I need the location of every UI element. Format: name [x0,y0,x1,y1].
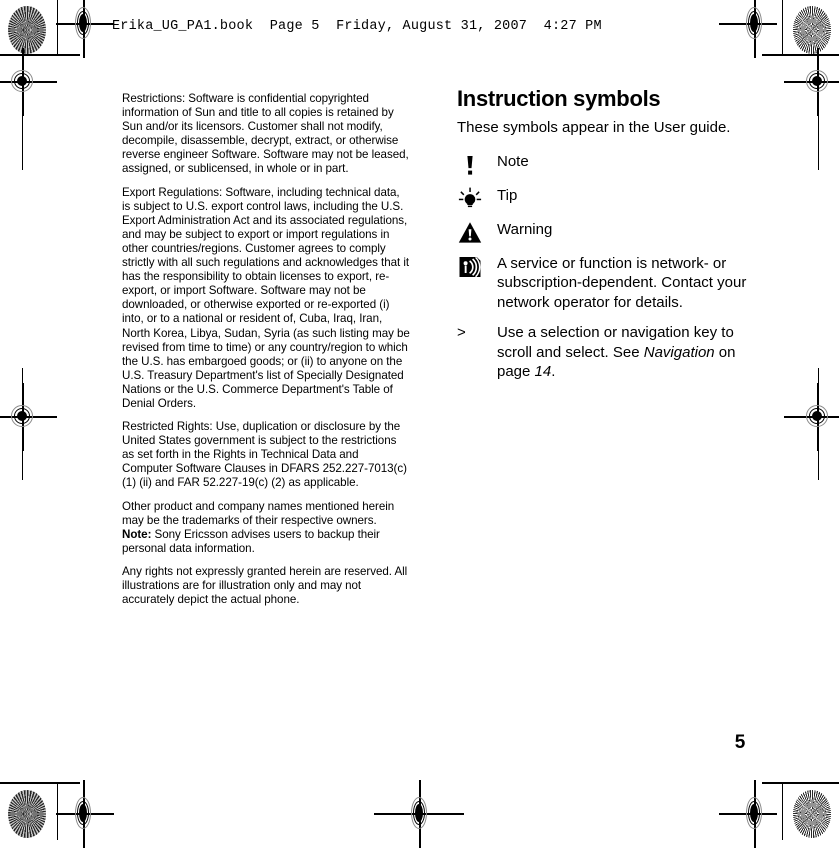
navigation-italic-term: Navigation [643,343,715,361]
symbol-row-warning: Warning [457,219,757,246]
page-title: Instruction symbols [457,86,661,111]
exclamation-note-icon [457,151,497,178]
registration-mark-bottom-center [374,780,464,848]
trim-line-bottom-edge-left [0,782,80,784]
paragraph-rights-reserved: Any rights not expressly granted herein … [122,564,408,607]
symbol-label-note: Note [497,153,529,170]
trim-line-bottom-edge-right [762,782,839,784]
trim-line-top-left [57,0,58,56]
symbol-label-warning: Warning [497,221,553,238]
page-content: Restrictions: Software is confidential c… [0,56,839,780]
warning-triangle-icon [457,219,497,246]
print-header-bar: Erika_UG_PA1.book Page 5 Friday, August … [0,0,839,58]
registration-mark-top-left [56,0,114,58]
lightbulb-tip-icon [457,185,497,212]
trim-line-top-right [782,0,783,56]
symbol-row-note: Note [457,151,757,178]
paragraph-export-regulations: Export Regulations: Software, including … [122,185,410,410]
paragraph-restricted-rights: Restricted Rights: Use, duplication or d… [122,420,407,490]
right-text-column: Instruction symbols These symbols appear… [457,86,757,388]
left-text-column: Restrictions: Software is confidential c… [122,92,410,607]
registration-mark-top-right [719,0,777,58]
navigation-instruction-text: Use a selection or navigation key to scr… [497,322,757,381]
network-signal-icon [457,253,497,280]
greater-than-marker: > [457,324,466,342]
paragraph-note-backup: Note: Sony Ericsson advises users to bac… [122,528,410,556]
registration-mark-bottom-left [56,780,114,848]
moire-test-patch-bottom-left [8,790,46,838]
symbol-row-navigation: > Use a selection or navigation key to s… [457,322,757,381]
moire-test-patch-top-right [793,6,831,54]
book-file-header: Erika_UG_PA1.book Page 5 Friday, August … [112,19,602,34]
note-bold-lead: Note: [122,527,152,541]
navigation-text-after: . [551,363,556,381]
page-number: 5 [734,732,746,753]
moire-test-patch-bottom-right [793,790,831,838]
trim-line-bottom-left [57,784,58,840]
symbol-label-network: A service or function is network- or sub… [497,255,747,311]
note-backup-text: Sony Ericsson advises users to backup th… [122,527,380,555]
navigation-italic-page: 14 [534,363,552,381]
symbol-label-tip: Tip [497,187,518,204]
trim-line-bottom-right [782,784,783,840]
symbol-row-network: A service or function is network- or sub… [457,253,757,312]
registration-mark-bottom-right [719,780,777,848]
paragraph-restrictions: Restrictions: Software is confidential c… [122,92,409,176]
paragraph-trademarks: Other product and company names mentione… [122,499,395,527]
moire-test-patch-top-left [8,6,46,54]
section-intro: These symbols appear in the User guide. [457,119,731,136]
symbol-row-tip: Tip [457,185,757,212]
